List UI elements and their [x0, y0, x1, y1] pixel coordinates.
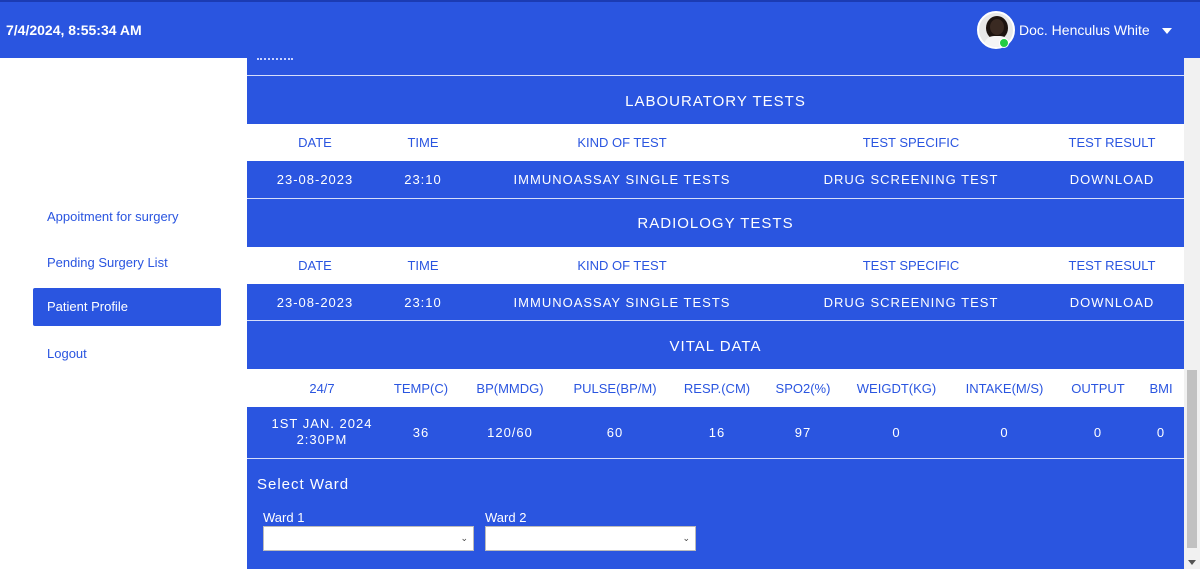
radiology-tests-title: RADIOLOGY TESTS	[637, 215, 794, 232]
chevron-down-icon: ⌄	[682, 534, 690, 544]
scroll-down-arrow-icon[interactable]	[1188, 560, 1196, 565]
vital-header-bp: BP(MMDG)	[476, 380, 544, 396]
ward1-label: Ward 1	[263, 510, 305, 525]
vital-row: 1ST JAN. 2024 2:30PM 36 120/60 60 16 97 …	[247, 407, 1184, 457]
vital-cell-bmi: 0	[1156, 424, 1166, 440]
ward2-label: Ward 2	[485, 510, 527, 525]
radiology-header-kind: KIND OF TEST	[577, 258, 667, 273]
vital-cell-weight: 0	[892, 424, 901, 440]
lab-tests-title: LABOURATORY TESTS	[625, 93, 806, 110]
chevron-down-icon[interactable]	[1162, 28, 1172, 34]
vital-header-intake: INTAKE(M/S)	[965, 380, 1044, 396]
lab-download-link[interactable]: DOWNLOAD	[1047, 161, 1177, 198]
radiology-header-row: DATE TIME KIND OF TEST TEST SPECIFIC TES…	[247, 247, 1184, 284]
sidebar-item-appointment[interactable]: Appoitment for surgery	[33, 198, 221, 236]
select-ward-title: Select Ward	[257, 476, 350, 493]
online-status-dot	[999, 38, 1009, 48]
radiology-download-link[interactable]: DOWNLOAD	[1047, 284, 1177, 320]
radiology-header-time: TIME	[407, 258, 439, 273]
vital-cell-pulse: 60	[606, 424, 624, 440]
vital-header-temp: TEMP(C)	[393, 380, 449, 396]
lab-header-result: TEST RESULT	[1068, 135, 1156, 150]
divider	[247, 75, 1184, 76]
lab-header-date: DATE	[298, 135, 332, 150]
radiology-header-specific: TEST SPECIFIC	[862, 258, 960, 273]
clipped-section	[247, 58, 1184, 75]
ward2-select[interactable]: ⌄	[485, 526, 696, 551]
vital-header-weight: WEIGDT(KG)	[856, 380, 937, 396]
lab-row: 23-08-2023 23:10 IMMUNOASSAY SINGLE TEST…	[247, 161, 1184, 198]
sidebar-item-pending-surgery[interactable]: Pending Surgery List	[33, 244, 221, 282]
vital-cell-time: 1ST JAN. 2024 2:30PM	[271, 416, 373, 447]
vital-header-spo2: SPO2(%)	[775, 380, 831, 396]
datetime: 7/4/2024, 8:55:34 AM	[6, 22, 142, 38]
lab-header-time: TIME	[407, 135, 439, 150]
vital-cell-spo2: 97	[794, 424, 812, 440]
vital-header-output: OUTPUT	[1071, 380, 1125, 396]
lab-header-specific: TEST SPECIFIC	[862, 135, 960, 150]
lab-cell-kind: IMMUNOASSAY SINGLE TESTS	[513, 172, 731, 187]
radiology-header-result: TEST RESULT	[1068, 258, 1156, 273]
scrollbar[interactable]	[1184, 58, 1200, 569]
vital-header-time: 24/7	[309, 380, 335, 396]
vital-header-resp: RESP.(CM)	[683, 380, 751, 396]
sidebar: Appoitment for surgery Pending Surgery L…	[0, 58, 240, 569]
top-bar: 7/4/2024, 8:55:34 AM Doc. Henculus White	[0, 0, 1200, 58]
lab-cell-specific: DRUG SCREENING TEST	[823, 172, 999, 187]
user-name[interactable]: Doc. Henculus White	[1019, 22, 1150, 38]
vital-cell-resp: 16	[708, 424, 726, 440]
radiology-row: 23-08-2023 23:10 IMMUNOASSAY SINGLE TEST…	[247, 284, 1184, 320]
radiology-cell-date: 23-08-2023	[276, 294, 354, 310]
lab-cell-date: 23-08-2023	[276, 172, 354, 187]
sidebar-item-patient-profile[interactable]: Patient Profile	[33, 288, 221, 326]
vital-cell-output: 0	[1093, 424, 1103, 440]
avatar[interactable]	[977, 11, 1015, 49]
divider	[247, 198, 1184, 199]
chevron-down-icon: ⌄	[460, 534, 468, 544]
divider	[247, 458, 1184, 459]
scrollbar-thumb[interactable]	[1187, 370, 1197, 548]
divider	[247, 320, 1184, 321]
lab-header-row: DATE TIME KIND OF TEST TEST SPECIFIC TES…	[247, 124, 1184, 161]
vital-header-bmi: BMI	[1149, 380, 1173, 396]
lab-header-kind: KIND OF TEST	[577, 135, 667, 150]
vital-cell-bp: 120/60	[487, 424, 533, 440]
radiology-cell-specific: DRUG SCREENING TEST	[823, 294, 999, 310]
vital-data-title: VITAL DATA	[669, 338, 762, 355]
radiology-cell-kind: IMMUNOASSAY SINGLE TESTS	[513, 294, 731, 310]
vital-header-pulse: PULSE(BP/M)	[573, 380, 657, 396]
radiology-cell-time: 23:10	[404, 294, 442, 310]
main-content: LABOURATORY TESTS DATE TIME KIND OF TEST…	[247, 58, 1184, 569]
lab-cell-time: 23:10	[404, 172, 442, 187]
radiology-header-date: DATE	[298, 258, 332, 273]
ward1-select[interactable]: ⌄	[263, 526, 474, 551]
sidebar-item-logout[interactable]: Logout	[33, 335, 221, 373]
vital-header-row: 24/7 TEMP(C) BP(MMDG) PULSE(BP/M) RESP.(…	[247, 369, 1184, 407]
vital-cell-temp: 36	[412, 424, 430, 440]
vital-cell-intake: 0	[1000, 424, 1009, 440]
